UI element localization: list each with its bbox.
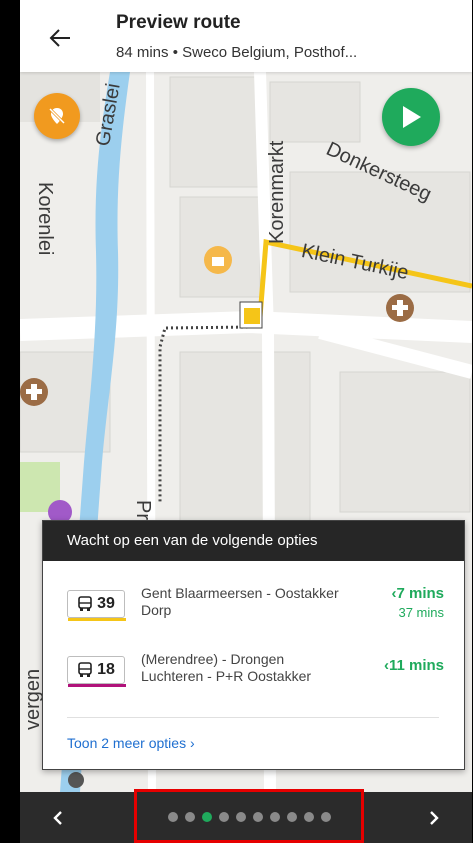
route-summary: 84 mins • Sweco Belgium, Posthof...	[116, 44, 358, 61]
page-dot[interactable]	[287, 812, 297, 822]
device-frame: Graslei Korenlei Korenmarkt Donkersteeg …	[0, 0, 473, 843]
page-title: Preview route	[116, 12, 241, 33]
next-step-button[interactable]	[420, 804, 448, 832]
line-color-bar	[68, 618, 126, 621]
bus-icon	[78, 596, 92, 611]
map-label-korenlei: Korenlei	[34, 182, 56, 256]
divider	[67, 717, 439, 718]
app-header: Preview route 84 mins • Sweco Belgium, P…	[20, 0, 472, 72]
page-dot[interactable]	[236, 812, 246, 822]
chevron-left-icon	[53, 811, 62, 825]
location-off-icon	[48, 107, 66, 125]
page-indicator[interactable]	[168, 812, 331, 822]
page-dot[interactable]	[270, 812, 280, 822]
previous-step-button[interactable]	[44, 804, 72, 832]
location-off-button[interactable]	[34, 93, 80, 139]
start-navigation-button[interactable]	[382, 88, 440, 146]
line-badge-18: 18	[67, 656, 126, 687]
show-more-options-link[interactable]: Toon 2 meer opties ›	[67, 735, 195, 751]
destination-label: (Merendree) - Drongen Luchteren - P+R Oo…	[141, 651, 312, 684]
back-button[interactable]	[44, 22, 76, 54]
line-color-bar	[68, 684, 126, 687]
page-dot[interactable]	[304, 812, 314, 822]
transit-option-18[interactable]: 18 (Merendree) - Drongen Luchteren - P+R…	[43, 643, 464, 697]
bus-icon	[78, 662, 92, 677]
arrow-left-icon	[49, 29, 70, 47]
departure-time: ‹7 mins	[391, 585, 444, 602]
map-label-korenmarkt: Korenmarkt	[266, 140, 288, 244]
play-icon	[403, 106, 421, 128]
app-screen: Graslei Korenlei Korenmarkt Donkersteeg …	[20, 0, 472, 843]
page-dot[interactable]	[202, 812, 212, 822]
line-badge-39: 39	[67, 590, 126, 621]
card-header: Wacht op een van de volgende opties	[43, 521, 464, 561]
chevron-right-icon	[430, 811, 439, 825]
page-dot[interactable]	[185, 812, 195, 822]
next-departure-time: 37 mins	[398, 605, 444, 620]
departure-time-value: 7 mins	[396, 585, 444, 602]
departure-time: ‹11 mins	[384, 657, 444, 674]
destination-label: Gent Blaarmeersen - Oostakker Dorp	[141, 585, 339, 618]
transit-options-card: Wacht op een van de volgende opties 39 G…	[42, 520, 465, 770]
departure-time-value: 11 mins	[388, 657, 444, 674]
transit-option-39[interactable]: 39 Gent Blaarmeersen - Oostakker Dorp ‹7…	[43, 577, 464, 631]
page-dot[interactable]	[219, 812, 229, 822]
page-dot[interactable]	[321, 812, 331, 822]
line-number: 18	[97, 661, 115, 678]
line-number: 39	[97, 595, 115, 612]
page-dot[interactable]	[253, 812, 263, 822]
bottom-pager	[20, 792, 472, 843]
page-dot[interactable]	[168, 812, 178, 822]
